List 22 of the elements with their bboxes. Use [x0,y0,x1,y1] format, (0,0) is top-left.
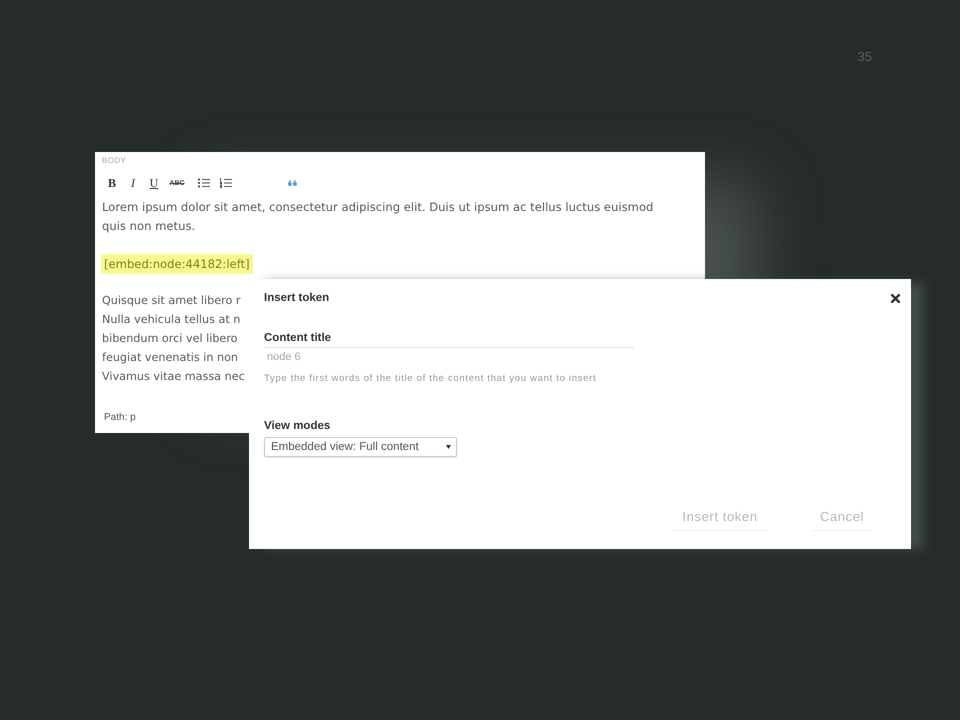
paragraph-line: feugiat venenatis in non [102,350,238,366]
field-label: Content title [264,332,332,344]
field-label: BODY [102,156,126,166]
close-icon[interactable] [891,294,900,302]
field-label: View modes [264,420,330,432]
underline-button[interactable]: U [143,175,165,191]
dialog-title: Insert token [264,292,330,304]
numbered-list-icon[interactable] [220,178,232,188]
paragraph-line: Nulla vehicula tellus at n [102,312,240,328]
embed-token: [embed:node:44182:left] [101,254,253,274]
view-mode-select[interactable]: Embedded view: Full content [264,437,457,457]
caret-icon [446,445,451,449]
bulleted-list-icon[interactable] [198,178,210,188]
paragraph-line: Vivamus vitae massa nec [102,369,245,385]
bold-button[interactable]: B [101,175,123,191]
paragraph-line: bibendum orci vel libero [102,331,238,347]
quote-icon[interactable] [288,180,297,186]
body-paragraph: Lorem ipsum dolor sit amet, consectetur adipiscing elit. Duis ut ipsum ac tellus luctus euismod quis non metus. [102,199,654,235]
path-indicator: Path: p [104,412,136,424]
help-text: Type the first words of the title of the content that you want to insert [264,374,596,384]
italic-button[interactable]: I [123,175,143,191]
paragraph-line: Quisque sit amet libero r [102,293,240,309]
